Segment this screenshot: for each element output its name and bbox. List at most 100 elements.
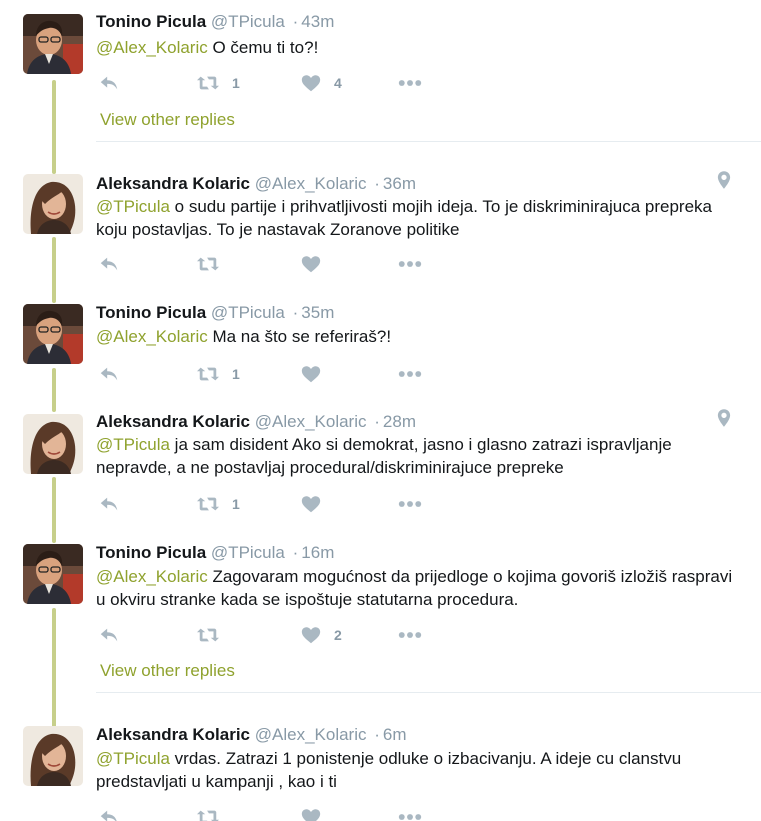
retweet-count: 1 — [232, 366, 240, 382]
separator-dot: · — [374, 174, 380, 193]
mention-link[interactable]: @TPicula — [96, 435, 170, 454]
tweet-header: Aleksandra Kolaric @Alex_Kolaric · 28m — [96, 412, 416, 432]
separator-dot: · — [292, 303, 299, 322]
avatar-photo-man-icon — [23, 544, 83, 604]
user-handle[interactable]: @Alex_Kolaric — [255, 174, 367, 193]
retweet-button[interactable]: 1 — [196, 71, 240, 95]
retweet-count: 1 — [232, 496, 240, 512]
more-button[interactable] — [397, 492, 423, 516]
heart-icon — [300, 493, 322, 515]
retweet-button[interactable] — [196, 805, 232, 821]
location-pin-button[interactable] — [717, 170, 731, 195]
user-handle[interactable]: @Alex_Kolaric — [255, 412, 367, 431]
heart-icon — [300, 253, 322, 275]
more-button[interactable] — [397, 805, 423, 821]
divider — [96, 141, 761, 142]
location-pin-button[interactable] — [717, 408, 731, 433]
tweet-actions: 2 — [96, 623, 496, 647]
more-button[interactable] — [397, 71, 423, 95]
avatar[interactable] — [23, 304, 83, 364]
user-handle[interactable]: @TPicula — [211, 543, 285, 562]
user-handle[interactable]: @Alex_Kolaric — [255, 725, 367, 744]
reply-button[interactable] — [98, 623, 120, 647]
more-dots-icon — [397, 806, 423, 821]
timestamp[interactable]: 36m — [383, 174, 416, 193]
like-button[interactable] — [300, 805, 334, 821]
reply-button[interactable] — [98, 71, 120, 95]
avatar[interactable] — [23, 544, 83, 604]
more-dots-icon — [397, 493, 423, 515]
mention-link[interactable]: @Alex_Kolaric — [96, 567, 208, 586]
display-name[interactable]: Tonino Picula — [96, 303, 206, 322]
tweet-text: @Alex_Kolaric O čemu ti to?! — [96, 36, 746, 59]
like-button[interactable]: 2 — [300, 623, 342, 647]
retweet-button[interactable] — [196, 252, 232, 276]
user-handle[interactable]: @TPicula — [211, 12, 285, 31]
tweet-header: Tonino Picula @TPicula · 16m — [96, 543, 334, 563]
avatar[interactable] — [23, 14, 83, 74]
more-button[interactable] — [397, 623, 423, 647]
reply-button[interactable] — [98, 252, 120, 276]
display-name[interactable]: Aleksandra Kolaric — [96, 174, 250, 193]
tweet-text-content: o sudu partije i prihvatljivosti mojih i… — [96, 197, 712, 239]
reply-button[interactable] — [98, 362, 120, 386]
tweet[interactable]: Tonino Picula @TPicula · 16m @Alex_Kolari… — [0, 530, 761, 690]
reply-button[interactable] — [98, 492, 120, 516]
timestamp[interactable]: 43m — [301, 12, 334, 31]
reply-icon — [98, 253, 120, 275]
tweet[interactable]: Aleksandra Kolaric @Alex_Kolaric · 36m @T… — [0, 160, 761, 288]
avatar[interactable] — [23, 726, 83, 786]
tweet[interactable]: Aleksandra Kolaric @Alex_Kolaric · 28m @T… — [0, 398, 761, 528]
timestamp[interactable]: 28m — [383, 412, 416, 431]
more-dots-icon — [397, 253, 423, 275]
more-button[interactable] — [397, 252, 423, 276]
display-name[interactable]: Aleksandra Kolaric — [96, 412, 250, 431]
timestamp[interactable]: 6m — [383, 725, 407, 744]
more-button[interactable] — [397, 362, 423, 386]
location-pin-icon — [717, 170, 731, 190]
mention-link[interactable]: @TPicula — [96, 749, 170, 768]
view-other-replies-link[interactable]: View other replies — [100, 110, 235, 130]
timestamp[interactable]: 35m — [301, 303, 334, 322]
tweet-text-content: Ma na što se referiraš?! — [207, 327, 392, 346]
avatar-photo-man-icon — [23, 304, 83, 364]
separator-dot: · — [374, 412, 380, 431]
retweet-button[interactable] — [196, 623, 232, 647]
tweet[interactable]: Aleksandra Kolaric @Alex_Kolaric · 6m @TP… — [0, 712, 761, 821]
display-name[interactable]: Tonino Picula — [96, 543, 206, 562]
avatar-photo-man-icon — [23, 14, 83, 74]
mention-link[interactable]: @TPicula — [96, 197, 170, 216]
timestamp[interactable]: 16m — [301, 543, 334, 562]
reply-button[interactable] — [98, 805, 120, 821]
like-button[interactable] — [300, 362, 334, 386]
heart-icon — [300, 624, 322, 646]
tweet-actions — [96, 805, 496, 821]
tweet-text-content: ja sam disident Ako si demokrat, jasno i… — [96, 435, 672, 477]
retweet-icon — [196, 806, 220, 821]
retweet-button[interactable]: 1 — [196, 492, 240, 516]
like-count: 4 — [334, 75, 342, 91]
more-dots-icon — [397, 363, 423, 385]
like-button[interactable] — [300, 252, 334, 276]
like-button[interactable]: 4 — [300, 71, 342, 95]
separator-dot: · — [374, 725, 380, 744]
tweet[interactable]: Tonino Picula @TPicula · 43m @Alex_Kolari… — [0, 0, 761, 140]
user-handle[interactable]: @TPicula — [211, 303, 285, 322]
mention-link[interactable]: @Alex_Kolaric — [96, 38, 208, 57]
tweet[interactable]: Tonino Picula @TPicula · 35m @Alex_Kolari… — [0, 290, 761, 400]
mention-link[interactable]: @Alex_Kolaric — [96, 327, 208, 346]
avatar-photo-woman-icon — [23, 414, 83, 474]
heart-icon — [300, 806, 322, 821]
reply-icon — [98, 493, 120, 515]
display-name[interactable]: Tonino Picula — [96, 12, 206, 31]
heart-icon — [300, 72, 322, 94]
view-other-replies-link[interactable]: View other replies — [100, 661, 235, 681]
avatar[interactable] — [23, 414, 83, 474]
tweet-text-content: O čemu ti to?! — [207, 38, 319, 57]
reply-icon — [98, 624, 120, 646]
retweet-button[interactable]: 1 — [196, 362, 240, 386]
reply-icon — [98, 806, 120, 821]
avatar[interactable] — [23, 174, 83, 234]
display-name[interactable]: Aleksandra Kolaric — [96, 725, 250, 744]
like-button[interactable] — [300, 492, 334, 516]
